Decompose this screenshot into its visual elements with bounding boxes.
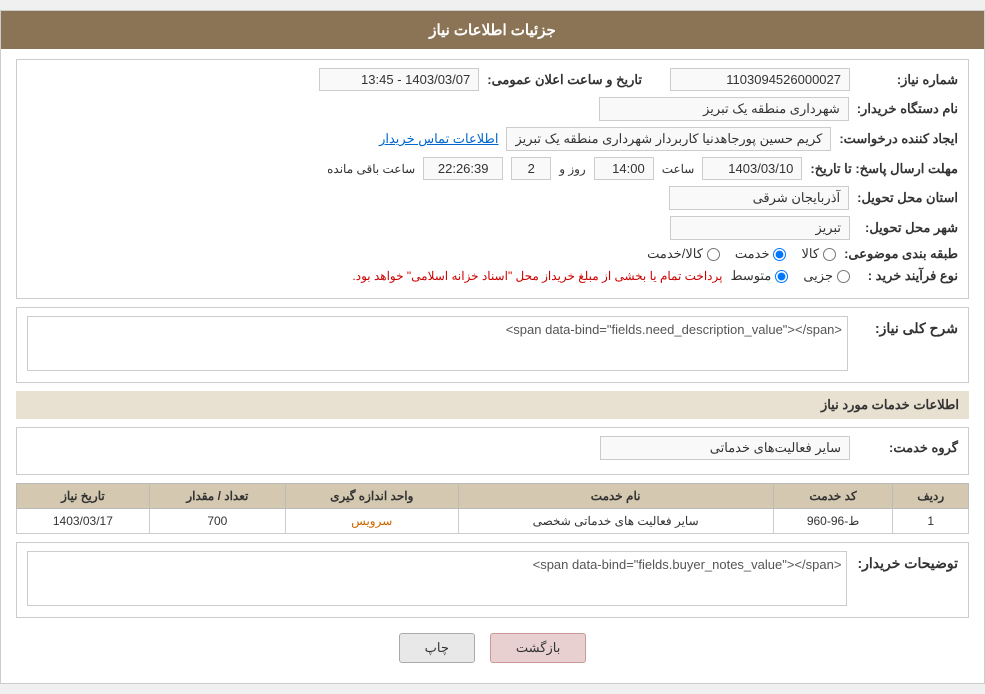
reply-date-value: 1403/03/10 xyxy=(702,157,802,180)
cell-need-date: 1403/03/17 xyxy=(17,509,150,534)
purchase-type-jozei[interactable]: جزیی xyxy=(803,268,850,284)
cell-service-code: ط-96-960 xyxy=(773,509,893,534)
reply-deadline-label: مهلت ارسال پاسخ: تا تاریخ: xyxy=(810,161,958,177)
delivery-city-row: شهر محل تحویل: تبریز xyxy=(27,216,958,240)
announce-date-label: تاریخ و ساعت اعلان عمومی: xyxy=(487,72,642,88)
reply-remaining-label: ساعت باقی مانده xyxy=(327,162,415,176)
category-kala-khedmat[interactable]: کالا/خدمت xyxy=(647,246,720,262)
col-service-name: نام خدمت xyxy=(458,484,773,509)
cell-row-num: 1 xyxy=(893,509,969,534)
reply-remaining-value: 22:26:39 xyxy=(423,157,503,180)
page-title: جزئیات اطلاعات نیاز xyxy=(429,22,556,39)
buyer-org-value: شهرداری منطقه یک تبریز xyxy=(599,97,849,121)
col-quantity: تعداد / مقدار xyxy=(149,484,285,509)
category-label: طبقه بندی موضوعی: xyxy=(844,246,958,262)
delivery-province-value: آذربایجان شرقی xyxy=(669,186,849,210)
reply-time-value: 14:00 xyxy=(594,157,654,180)
category-kala[interactable]: کالا xyxy=(801,246,836,262)
reply-time-label: ساعت xyxy=(662,162,695,176)
delivery-city-value: تبریز xyxy=(670,216,850,240)
buyer-notes-label: توضیحات خریدار: xyxy=(857,551,958,572)
category-radio-group: کالا خدمت کالا/خدمت xyxy=(647,246,836,262)
need-number-row: شماره نیاز: 1103094526000027 تاریخ و ساع… xyxy=(27,68,958,91)
buyer-org-row: نام دستگاه خریدار: شهرداری منطقه یک تبری… xyxy=(27,97,958,121)
table-row: 1 ط-96-960 سایر فعالیت های خدماتی شخصی س… xyxy=(17,509,969,534)
services-table-container: ردیف کد خدمت نام خدمت واحد اندازه گیری ت… xyxy=(16,483,969,534)
reply-day-label: روز و xyxy=(559,162,586,176)
requester-value: کریم حسین پورجاهدنیا کاربردار شهرداری من… xyxy=(506,127,831,151)
services-table: ردیف کد خدمت نام خدمت واحد اندازه گیری ت… xyxy=(16,483,969,534)
category-row: طبقه بندی موضوعی: کالا خدمت کالا/خدمت xyxy=(27,246,958,262)
col-service-code: کد خدمت xyxy=(773,484,893,509)
announce-date-value: 1403/03/07 - 13:45 xyxy=(319,68,479,91)
requester-row: ایجاد کننده درخواست: کریم حسین پورجاهدنی… xyxy=(27,127,958,151)
services-section-title: اطلاعات خدمات مورد نیاز xyxy=(16,391,969,419)
cell-service-name: سایر فعالیت های خدماتی شخصی xyxy=(458,509,773,534)
reply-deadline-row: مهلت ارسال پاسخ: تا تاریخ: 1403/03/10 سا… xyxy=(27,157,958,180)
category-khedmat[interactable]: خدمت xyxy=(735,246,787,262)
delivery-city-label: شهر محل تحویل: xyxy=(858,220,958,236)
table-header-row: ردیف کد خدمت نام خدمت واحد اندازه گیری ت… xyxy=(17,484,969,509)
reply-day-value: 2 xyxy=(511,157,551,180)
requester-label: ایجاد کننده درخواست: xyxy=(839,131,958,147)
col-need-date: تاریخ نیاز xyxy=(17,484,150,509)
purchase-type-row: نوع فرآیند خرید : جزیی متوسط پرداخت تمام… xyxy=(27,268,958,284)
need-description-section: شرح کلی نیاز: <span data-bind="fields.ne… xyxy=(16,307,969,383)
buyer-notes-section: توضیحات خریدار: <span data-bind="fields.… xyxy=(16,542,969,618)
cell-unit: سرویس xyxy=(285,509,458,534)
service-group-value: سایر فعالیت‌های خدماتی xyxy=(600,436,850,460)
need-description-label: شرح کلی نیاز: xyxy=(858,316,958,337)
purchase-type-radio-group: جزیی متوسط xyxy=(730,268,850,284)
page-header: جزئیات اطلاعات نیاز xyxy=(1,11,984,49)
back-button[interactable]: بازگشت xyxy=(490,633,586,663)
need-description-textarea[interactable]: <span data-bind="fields.need_description… xyxy=(27,316,848,371)
service-group-label: گروه خدمت: xyxy=(858,440,958,456)
need-number-value: 1103094526000027 xyxy=(670,68,850,91)
buyer-org-label: نام دستگاه خریدار: xyxy=(857,101,958,117)
purchase-type-motavasset[interactable]: متوسط xyxy=(730,268,788,284)
purchase-note: پرداخت تمام یا بخشی از مبلغ خریداز محل "… xyxy=(352,269,722,283)
purchase-type-label: نوع فرآیند خرید : xyxy=(858,268,958,284)
col-row-num: ردیف xyxy=(893,484,969,509)
delivery-province-row: استان محل تحویل: آذربایجان شرقی xyxy=(27,186,958,210)
delivery-province-label: استان محل تحویل: xyxy=(857,190,958,206)
need-number-label: شماره نیاز: xyxy=(858,72,958,88)
action-buttons: بازگشت چاپ xyxy=(16,633,969,663)
service-group-section: گروه خدمت: سایر فعالیت‌های خدماتی xyxy=(16,427,969,475)
main-info-section: شماره نیاز: 1103094526000027 تاریخ و ساع… xyxy=(16,59,969,299)
cell-quantity: 700 xyxy=(149,509,285,534)
service-group-row: گروه خدمت: سایر فعالیت‌های خدماتی xyxy=(27,436,958,460)
col-unit: واحد اندازه گیری xyxy=(285,484,458,509)
contact-link[interactable]: اطلاعات تماس خریدار xyxy=(379,131,498,147)
buyer-notes-textarea[interactable]: <span data-bind="fields.buyer_notes_valu… xyxy=(27,551,847,606)
print-button[interactable]: چاپ xyxy=(399,633,475,663)
